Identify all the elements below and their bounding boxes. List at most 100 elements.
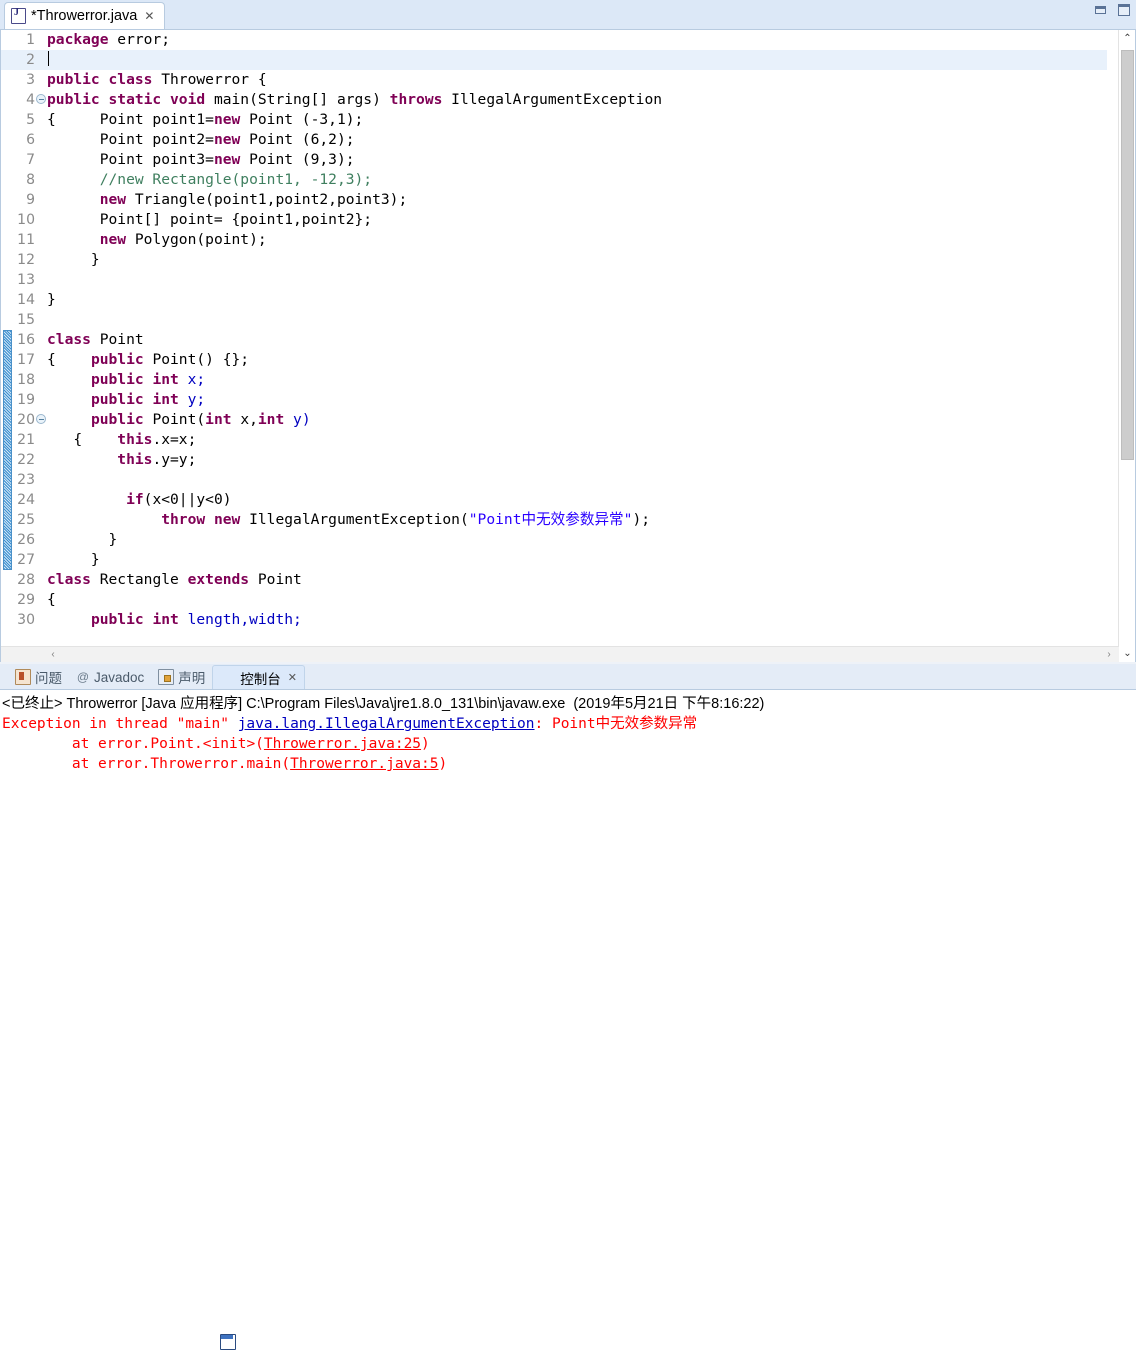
code-line[interactable]: 17 { public Point() {}; xyxy=(1,350,1107,370)
code-line[interactable]: 22 this.y=y; xyxy=(1,450,1107,470)
line-number: 2 xyxy=(26,52,35,68)
console-launch-header: <已终止> Throwerror [Java 应用程序] C:\Program … xyxy=(2,696,765,712)
code-line-text: Point[] point= {point1,point2}; xyxy=(47,211,373,228)
code-line-text: Point point3=new Point (9,3); xyxy=(47,151,355,168)
line-number: 18 xyxy=(17,372,35,388)
scroll-down-icon[interactable]: ⌄ xyxy=(1119,645,1135,662)
close-icon[interactable]: ✕ xyxy=(144,10,154,22)
code-line[interactable]: 4 public static void main(String[] args) … xyxy=(1,90,1107,110)
line-number: 10 xyxy=(17,212,35,228)
code-line[interactable]: 27 } xyxy=(1,550,1107,570)
code-line[interactable]: 2 xyxy=(1,50,1107,70)
minimize-icon[interactable] xyxy=(1095,6,1106,14)
code-line-text: } xyxy=(47,531,118,548)
code-line[interactable]: 7 Point point3=new Point (9,3); xyxy=(1,150,1107,170)
line-number: 27 xyxy=(17,552,35,568)
code-line-text: //new Rectangle(point1, -12,3); xyxy=(47,171,373,188)
editor-vertical-scrollbar[interactable]: ⌃ ⌄ xyxy=(1118,30,1135,662)
code-line[interactable]: 3 public class Throwerror { xyxy=(1,70,1107,90)
code-line[interactable]: 29 { xyxy=(1,590,1107,610)
exception-prefix: Exception in thread "main" xyxy=(2,716,238,732)
console-tab-label: 控制台 xyxy=(240,671,281,687)
tab-bar-background xyxy=(0,0,1136,30)
code-line[interactable]: 30 public int length,width; xyxy=(1,610,1107,630)
javadoc-icon: @ xyxy=(76,670,90,684)
code-line[interactable]: 11 new Polygon(point); xyxy=(1,230,1107,250)
java-file-icon xyxy=(11,7,26,24)
line-number: 11 xyxy=(17,232,35,248)
line-number: 4 xyxy=(26,92,35,108)
source-code-area[interactable]: 1 package error; 2 3 public class Throwerror… xyxy=(1,30,1107,662)
code-line-text: public Point(int x,int y) xyxy=(90,411,311,428)
code-line-text: { public Point() {}; xyxy=(47,351,250,368)
line-number: 7 xyxy=(26,152,35,168)
code-line-text: { Point point1=new Point (-3,1); xyxy=(47,111,364,128)
code-line-text: if(x<0||y<0) xyxy=(126,491,232,508)
scroll-up-icon[interactable]: ⌃ xyxy=(1119,30,1135,47)
code-line[interactable]: 13 xyxy=(1,270,1107,290)
scroll-right-icon[interactable]: › xyxy=(1101,647,1117,662)
code-line[interactable]: 6 Point point2=new Point (6,2); xyxy=(1,130,1107,150)
code-line-text: this.y=y; xyxy=(117,451,197,468)
code-line-text: public static void main(String[] args) t… xyxy=(47,91,663,108)
editor-tab-label: *Throwerror.java xyxy=(31,8,138,24)
line-number: 19 xyxy=(17,392,35,408)
editor-tab-throwerror-java[interactable]: *Throwerror.java ✕ xyxy=(4,2,166,29)
code-line-text: } xyxy=(47,551,100,568)
stack-frame-link[interactable]: Throwerror.java:5 xyxy=(290,756,438,772)
stack-frame-suffix: ) xyxy=(438,756,448,772)
line-number: 9 xyxy=(26,192,35,208)
line-number: 1 xyxy=(26,32,35,48)
vertical-scroll-thumb[interactable] xyxy=(1121,50,1134,460)
line-number: 24 xyxy=(17,492,35,508)
line-number: 13 xyxy=(17,272,35,288)
code-line[interactable]: 10 Point[] point= {point1,point2}; xyxy=(1,210,1107,230)
code-line-text: } xyxy=(47,251,100,268)
code-line[interactable]: 8 //new Rectangle(point1, -12,3); xyxy=(1,170,1107,190)
close-icon[interactable]: ✕ xyxy=(288,671,297,684)
code-line-text: class Rectangle extends Point xyxy=(47,571,302,588)
stack-frame-link[interactable]: Throwerror.java:25 xyxy=(264,736,421,752)
code-line[interactable]: 9 new Triangle(point1,point2,point3); xyxy=(1,190,1107,210)
code-line-text: } xyxy=(47,291,56,308)
code-line-text: package error; xyxy=(47,31,171,48)
fold-collapse-icon[interactable] xyxy=(36,94,46,104)
code-line[interactable]: 18 public int x; xyxy=(1,370,1107,390)
code-line[interactable]: 5 { Point point1=new Point (-3,1); xyxy=(1,110,1107,130)
code-line[interactable]: 1 package error; xyxy=(1,30,1107,50)
line-number: 8 xyxy=(26,172,35,188)
code-editor[interactable]: 1 package error; 2 3 public class Throwerror… xyxy=(0,30,1136,662)
editor-horizontal-scrollbar[interactable]: ‹ › xyxy=(1,646,1119,662)
fold-collapse-icon[interactable] xyxy=(36,414,46,424)
exception-class-link[interactable]: java.lang.IllegalArgumentException xyxy=(238,716,535,732)
code-line[interactable]: 12 } xyxy=(1,250,1107,270)
code-line[interactable]: 28 class Rectangle extends Point xyxy=(1,570,1107,590)
console-tab-problems[interactable]: 问题 xyxy=(8,665,69,689)
line-number: 28 xyxy=(17,572,35,588)
code-line[interactable]: 20 public Point(int x,int y) xyxy=(1,410,1107,430)
console-tab-declaration[interactable]: 声明 xyxy=(151,665,212,689)
code-line-text: public int length,width; xyxy=(90,611,302,628)
code-line[interactable]: 23 xyxy=(1,470,1107,490)
code-line[interactable]: 21 { this.x=x; xyxy=(1,430,1107,450)
editor-tab-bar: *Throwerror.java ✕ xyxy=(0,0,1136,30)
console-tab-javadoc[interactable]: @ Javadoc xyxy=(69,665,151,689)
line-number: 17 xyxy=(17,352,35,368)
console-tab-console[interactable]: 控制台 ✕ xyxy=(212,665,306,1350)
code-line[interactable]: 14} xyxy=(1,290,1107,310)
line-number: 25 xyxy=(17,512,35,528)
console-output[interactable]: <已终止> Throwerror [Java 应用程序] C:\Program … xyxy=(0,690,1136,805)
code-line[interactable]: 16 class Point xyxy=(1,330,1107,350)
maximize-icon[interactable] xyxy=(1118,4,1130,16)
code-line[interactable]: 19 public int y; xyxy=(1,390,1107,410)
code-line[interactable]: 15 xyxy=(1,310,1107,330)
code-line-text: Point point2=new Point (6,2); xyxy=(47,131,355,148)
code-line[interactable]: 26 } xyxy=(1,530,1107,550)
scroll-left-icon[interactable]: ‹ xyxy=(45,647,61,662)
code-line-text: new Polygon(point); xyxy=(99,231,267,248)
line-number: 20 xyxy=(17,412,35,428)
code-line[interactable]: 25 throw new IllegalArgumentException("P… xyxy=(1,510,1107,530)
line-number: 16 xyxy=(17,332,35,348)
declaration-icon xyxy=(158,669,175,685)
code-line[interactable]: 24 if(x<0||y<0) xyxy=(1,490,1107,510)
